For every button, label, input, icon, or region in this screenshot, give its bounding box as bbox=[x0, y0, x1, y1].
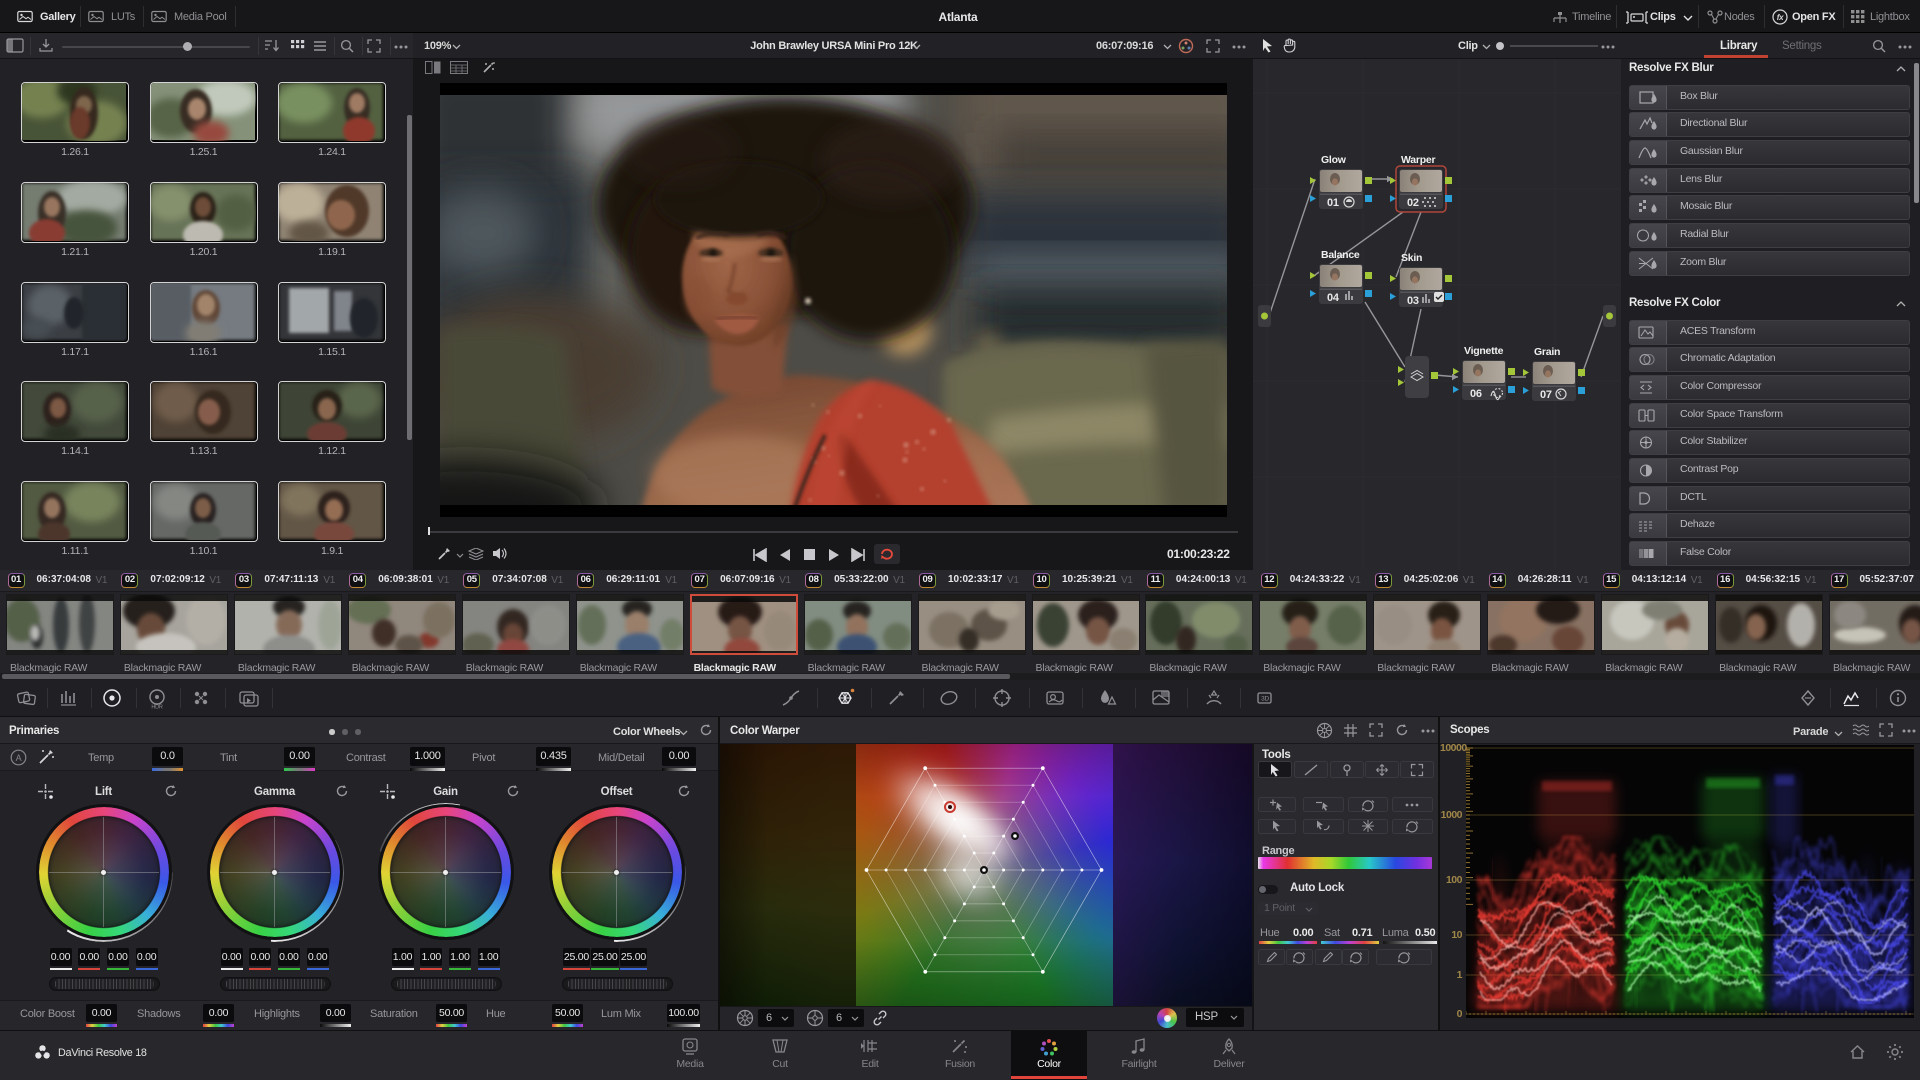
svg-text:03: 03 bbox=[1407, 295, 1419, 307]
svg-text:A: A bbox=[16, 753, 22, 763]
svg-text:Skin: Skin bbox=[1401, 252, 1422, 264]
svg-text:02: 02 bbox=[1407, 197, 1419, 209]
svg-text:HDR: HDR bbox=[151, 705, 162, 710]
svg-text:Vignette: Vignette bbox=[1464, 345, 1504, 357]
svg-text:Grain: Grain bbox=[1534, 346, 1560, 358]
svg-text:fx: fx bbox=[1777, 13, 1784, 22]
svg-text:04: 04 bbox=[1327, 292, 1340, 304]
svg-text:06: 06 bbox=[1470, 388, 1482, 400]
svg-text:Glow: Glow bbox=[1321, 154, 1347, 166]
svg-text:01: 01 bbox=[1327, 197, 1339, 209]
svg-text:3D: 3D bbox=[1261, 696, 1269, 703]
svg-text:07: 07 bbox=[1540, 389, 1552, 401]
svg-text:Balance: Balance bbox=[1321, 249, 1360, 261]
svg-text:Warper: Warper bbox=[1401, 154, 1435, 166]
